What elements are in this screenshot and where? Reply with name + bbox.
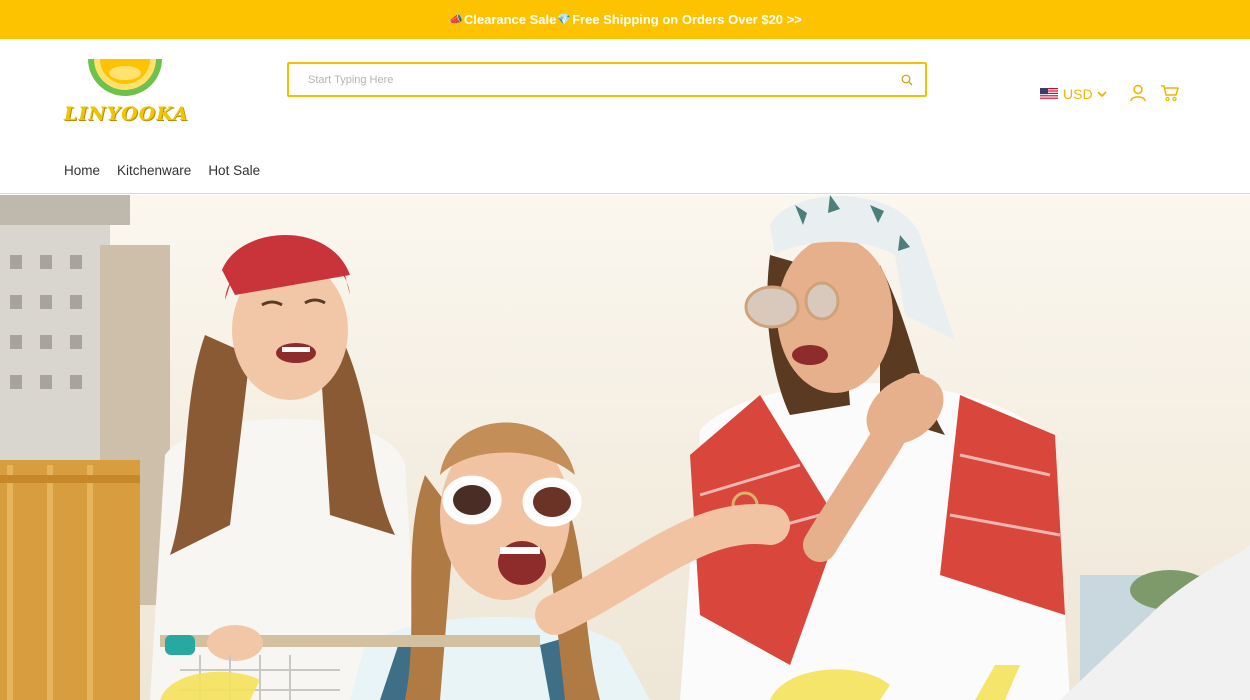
account-button[interactable] — [1129, 84, 1147, 102]
announcement-bar[interactable]: 📣 Clearance Sale 💎 Free Shipping on Orde… — [0, 0, 1250, 39]
announcement-text-clearance: Clearance Sale — [463, 12, 557, 27]
nav-item-hot-sale[interactable]: Hot Sale — [208, 163, 260, 178]
search-button[interactable] — [889, 64, 925, 95]
main-nav: Home Kitchenware Hot Sale — [64, 163, 260, 178]
lemon-slice-icon — [88, 59, 162, 96]
search-input[interactable] — [289, 64, 889, 95]
us-flag-icon — [1040, 88, 1058, 100]
site-header: LINYOOKA USD — [0, 39, 1250, 194]
chevron-down-icon — [1096, 90, 1107, 97]
currency-code: USD — [1063, 86, 1093, 102]
account-icon — [1130, 84, 1146, 102]
hero-banner[interactable] — [0, 195, 1250, 700]
hero-image — [0, 195, 1250, 700]
search-bar — [287, 62, 927, 97]
cart-icon — [1161, 85, 1179, 102]
logo-wordmark: LINYOOKA — [64, 103, 189, 125]
site-logo[interactable]: LINYOOKA — [64, 57, 188, 127]
currency-selector[interactable]: USD — [1040, 86, 1107, 102]
cart-button[interactable] — [1160, 84, 1179, 102]
announcement-text-shipping: Free Shipping on Orders Over $20 >> — [572, 12, 802, 27]
search-icon — [901, 74, 913, 85]
megaphone-icon: 📣 — [449, 14, 463, 26]
money-icon: 💎 — [557, 14, 572, 26]
nav-item-kitchenware[interactable]: Kitchenware — [117, 163, 191, 178]
nav-item-home[interactable]: Home — [64, 163, 100, 178]
